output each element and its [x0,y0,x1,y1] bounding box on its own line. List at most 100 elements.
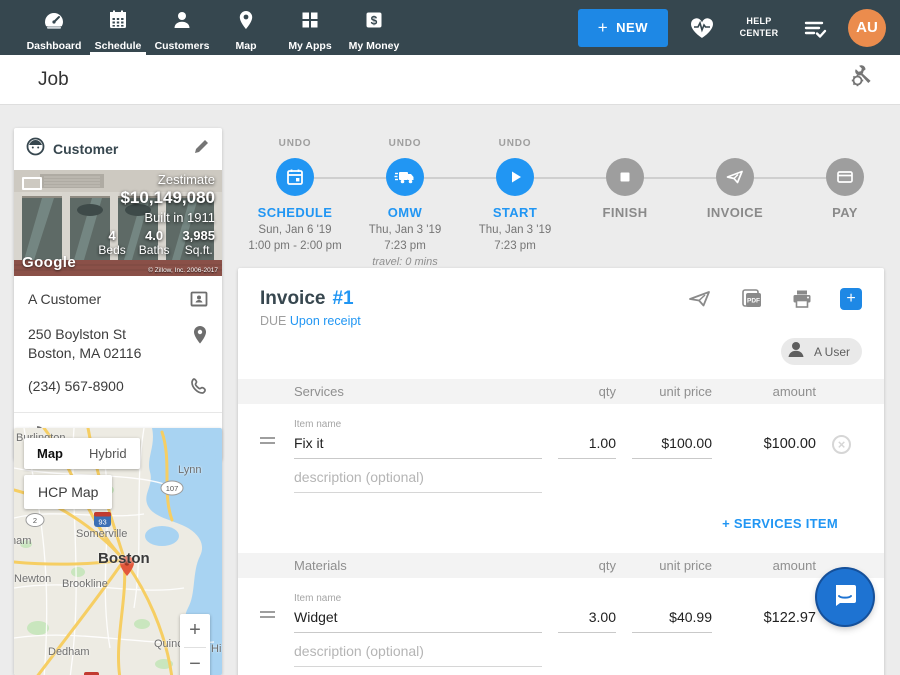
health-heart-icon[interactable] [688,15,716,41]
phone-icon[interactable] [190,377,208,398]
contact-card-icon[interactable] [190,290,208,311]
svg-text:PDF: PDF [747,298,760,305]
invoice-card: Invoice #1 PDF + DUE Upon receipt A User [238,268,884,675]
activity-list-icon[interactable] [802,17,828,39]
photo-frame-icon [22,177,42,190]
zoom-out-button[interactable]: − [180,648,210,675]
dashboard-icon [42,9,66,36]
customer-phone: (234) 567-8900 [28,377,124,396]
drag-handle-icon[interactable] [260,608,278,621]
zoom-in-button[interactable]: + [180,614,210,647]
material-description-row: description (optional) [238,643,884,667]
nav-label: Map [236,40,257,52]
customer-name-row: A Customer [14,280,222,315]
schedule-step-icon[interactable] [276,158,314,196]
step-date: Sun, Jan 6 '191:00 pm - 2:00 pm [240,222,350,254]
invoice-step-icon[interactable] [716,158,754,196]
shield-93-text: 93 [98,518,106,527]
chat-launcher-button[interactable] [817,569,873,625]
service-description-row: description (optional) [238,469,884,493]
new-button[interactable]: + NEW [578,9,668,47]
nav-item-dashboard[interactable]: Dashboard [22,0,86,55]
add-service-row: + SERVICES ITEM [238,493,884,553]
map-type-map-button[interactable]: Map [24,438,76,469]
print-icon[interactable] [791,288,813,310]
nav-item-customers[interactable]: Customers [150,0,214,55]
page-title: Job [38,69,69,91]
undo-schedule-button[interactable]: UNDO [240,138,350,152]
description-input[interactable]: description (optional) [294,469,542,493]
add-invoice-icon[interactable]: + [840,288,862,310]
customer-card: Customer Zestimate $10,149,080 Built in … [14,128,222,460]
item-name-label: Item name [294,593,542,604]
nav-label: My Apps [288,40,331,52]
map-card: 93 107 2 Burlington Lynn Somerville Bost… [14,428,222,675]
drag-handle-icon[interactable] [260,434,278,447]
customer-face-icon [26,137,45,161]
nav-item-schedule[interactable]: Schedule [86,0,150,55]
nav-item-my-apps[interactable]: My Apps [278,0,342,55]
customer-card-title: Customer [53,141,118,157]
built-year: Built in 1911 [98,210,215,225]
chat-icon [830,580,860,615]
nav-label: My Money [349,40,400,52]
materials-section-header: Materials qty unit price amount [238,553,884,578]
map-type-hybrid-button[interactable]: Hybrid [76,438,140,469]
send-invoice-icon[interactable] [687,289,713,309]
undo-omw-button[interactable]: UNDO [350,138,460,152]
pdf-icon[interactable]: PDF [740,288,764,310]
timeline-step-start: UNDO START Thu, Jan 3 '197:23 pm [460,138,570,271]
step-date: Thu, Jan 3 '197:23 pm [460,222,570,254]
user-avatar[interactable]: AU [848,9,886,47]
line-amount: $122.97 [728,610,816,633]
plus-icon: + [598,18,608,38]
shield-107-text: 107 [166,484,179,493]
nav-items: Dashboard Schedule Customers Map My Apps [22,0,406,55]
start-step-icon[interactable] [496,158,534,196]
hcp-map-button[interactable]: HCP Map [24,475,112,509]
nav-label: Schedule [95,40,142,52]
omw-step-icon[interactable] [386,158,424,196]
step-label: PAY [790,205,900,220]
description-input[interactable]: description (optional) [294,643,542,667]
due-terms-link[interactable]: Upon receipt [290,314,361,328]
top-navbar: Dashboard Schedule Customers Map My Apps [0,0,900,55]
nav-item-map[interactable]: Map [214,0,278,55]
job-header-bar: Job [0,55,900,105]
address-pin-icon[interactable] [192,325,208,348]
address-line1: 250 Boylston St [28,326,126,342]
schedule-icon [107,9,129,36]
remove-item-button[interactable]: × [832,435,851,454]
assignee-chip[interactable]: A User [781,338,862,365]
user-avatar-icon [785,338,807,365]
item-name-input[interactable]: Fix it [294,435,542,459]
travel-time: travel: 0 mins [372,256,437,268]
edit-pencil-icon[interactable] [193,138,210,160]
add-services-item-button[interactable]: + SERVICES ITEM [722,516,838,531]
new-button-label: NEW [616,20,648,35]
sqft-value: 3,985 [182,228,215,243]
unit-price-input[interactable]: $40.99 [632,609,712,633]
finish-step-icon[interactable] [606,158,644,196]
beds-value: 4 [98,228,125,243]
invoice-header: Invoice #1 PDF + [238,268,884,312]
address-line2: Boston, MA 02116 [28,345,141,361]
invoice-number: #1 [332,288,353,310]
assignee-name: A User [814,345,850,359]
nav-label: Customers [155,40,210,52]
job-settings-icon[interactable] [848,65,874,94]
step-label: FINISH [570,205,680,220]
qty-input[interactable]: 3.00 [558,609,616,633]
unit-price-input[interactable]: $100.00 [632,435,712,459]
help-center-link[interactable]: HELP CENTER [736,16,782,39]
qty-input[interactable]: 1.00 [558,435,616,459]
item-name-input[interactable]: Widget [294,609,542,633]
pay-step-icon[interactable] [826,158,864,196]
baths-label: Baths [139,243,170,257]
zestimate-value: $10,149,080 [98,188,215,208]
google-watermark: Google [22,254,76,271]
services-section-header: Services qty unit price amount [238,379,884,404]
item-name-label: Item name [294,419,542,430]
undo-start-button[interactable]: UNDO [460,138,570,152]
nav-item-my-money[interactable]: $ My Money [342,0,406,55]
